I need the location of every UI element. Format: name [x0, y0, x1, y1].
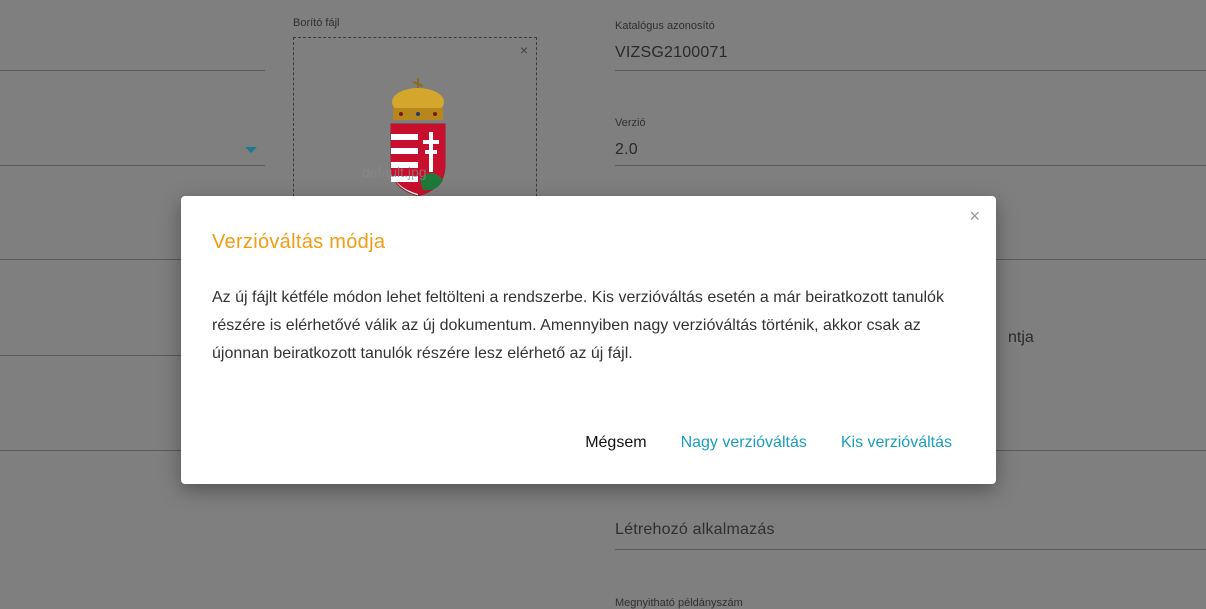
close-icon[interactable]: ×	[969, 206, 980, 227]
version-value[interactable]: 2.0	[615, 141, 638, 159]
left-field-underline-5	[0, 450, 182, 451]
catalog-id-value[interactable]: VIZSG2100071	[615, 44, 728, 62]
minor-version-button[interactable]: Kis verzióváltás	[841, 434, 952, 452]
left-field-underline-3	[0, 259, 182, 260]
dropdown-arrow-icon[interactable]	[245, 147, 257, 153]
coat-of-arms-icon	[390, 78, 446, 197]
dialog-title: Verzióváltás módja	[212, 231, 386, 253]
major-version-button[interactable]: Nagy verzióváltás	[681, 434, 807, 452]
version-label: Verzió	[615, 117, 646, 129]
right-field-underline-3	[996, 259, 1206, 260]
cover-filename: default.jpg	[362, 164, 427, 180]
version-change-dialog: × Verzióváltás módja Az új fájlt kétféle…	[181, 196, 996, 484]
cover-file-dropzone[interactable]: × default.jpg	[293, 37, 537, 217]
left-field-underline-1	[0, 70, 265, 71]
catalog-id-label: Katalógus azonosító	[615, 20, 715, 32]
cancel-button[interactable]: Mégsem	[585, 434, 646, 452]
catalog-id-underline	[615, 70, 1206, 71]
dialog-body-text: Az új fájlt kétféle módon lehet feltölte…	[212, 289, 944, 362]
partial-field-text: ntja	[1008, 329, 1034, 346]
creator-app-underline	[615, 549, 1206, 550]
cover-remove-icon[interactable]: ×	[520, 42, 528, 58]
dialog-actions: Mégsem Nagy verzióváltás Kis verzióváltá…	[585, 434, 952, 452]
cover-file-label: Borító fájl	[293, 17, 340, 29]
right-field-underline-5	[996, 450, 1206, 451]
left-field-underline-4	[0, 355, 182, 356]
copies-label: Megnyitható példányszám	[615, 597, 743, 609]
creator-app-field[interactable]: Létrehozó alkalmazás	[615, 521, 775, 539]
left-field-underline-2	[0, 165, 265, 166]
version-underline	[615, 165, 1206, 166]
